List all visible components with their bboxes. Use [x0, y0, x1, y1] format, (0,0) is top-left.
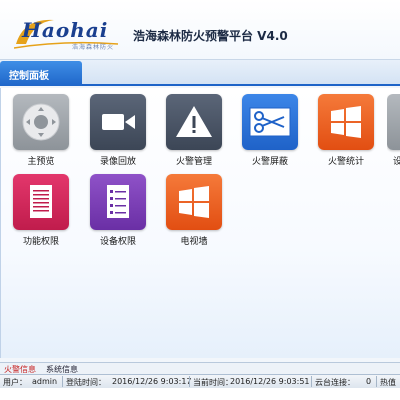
- tile-label: 功能权限: [22, 237, 59, 247]
- current-time-value: 2016/12/26 9:03:51: [230, 377, 310, 386]
- current-time-label: 当前时间：: [193, 378, 233, 387]
- tile-label: 电视墙: [180, 237, 208, 247]
- tile-settings[interactable]: 设: [387, 94, 400, 166]
- status-divider: [189, 376, 190, 387]
- user-value: admin: [32, 377, 58, 386]
- tile-label: 主预览: [27, 157, 55, 167]
- scissors-icon: [242, 94, 298, 150]
- login-time-label: 登陆时间：: [66, 378, 106, 387]
- ptz-connection-value: 0: [366, 377, 372, 386]
- info-tabs: 火警信息 系统信息: [0, 362, 400, 374]
- windows-logo-icon: [166, 174, 222, 230]
- warning-triangle-icon: [166, 94, 222, 150]
- tile-label: 火警屏蔽: [251, 157, 288, 167]
- settings-icon: [387, 94, 400, 150]
- tile-label: 火警统计: [327, 157, 364, 167]
- tile-label: 录像回放: [99, 157, 136, 167]
- remote-control-icon: [13, 94, 69, 150]
- status-divider: [376, 376, 377, 387]
- tile-label: 设: [393, 157, 400, 166]
- user-label: 用户：: [3, 378, 27, 387]
- tab-control-panel[interactable]: 控制面板: [0, 61, 82, 86]
- tile-tv-wall[interactable]: 电视墙: [159, 174, 229, 247]
- header: Haohai 浩海森林防火 浩海森林防火预警平台 V4.0: [0, 0, 400, 60]
- video-camera-icon: [90, 94, 146, 150]
- status-divider: [62, 376, 63, 387]
- tile-video-playback[interactable]: 录像回放: [83, 94, 153, 167]
- window-bottom-edge: [0, 388, 400, 400]
- document-list-icon: [13, 174, 69, 230]
- tab-bar: 控制面板: [0, 60, 400, 86]
- status-divider: [311, 376, 312, 387]
- logo-text: Haohai: [22, 18, 109, 42]
- tile-main-preview[interactable]: 主预览: [6, 94, 76, 167]
- control-panel-grid: 主预览 录像回放 火警管理 火警屏蔽 火警统计 设 功能权限 设备权限 电视墙: [0, 88, 400, 358]
- status-bar: 用户： admin 登陆时间： 2016/12/26 9:03:17 当前时间：…: [0, 374, 400, 388]
- tile-fire-management[interactable]: 火警管理: [159, 94, 229, 167]
- tile-function-permissions[interactable]: 功能权限: [6, 174, 76, 247]
- tile-fire-statistics[interactable]: 火警统计: [311, 94, 381, 167]
- app-window: Haohai 浩海森林防火 浩海森林防火预警平台 V4.0 控制面板 主预览 录…: [0, 0, 400, 400]
- windows-logo-icon: [318, 94, 374, 150]
- login-time-value: 2016/12/26 9:03:17: [112, 377, 192, 386]
- thermal-label: 热值: [380, 378, 396, 387]
- tile-fire-shield[interactable]: 火警屏蔽: [235, 94, 305, 167]
- ptz-connection-label: 云台连接：: [315, 378, 355, 387]
- tile-label: 火警管理: [175, 157, 212, 167]
- tile-label: 设备权限: [99, 237, 136, 247]
- logo-subtext: 浩海森林防火: [71, 44, 114, 51]
- tile-device-permissions[interactable]: 设备权限: [83, 174, 153, 247]
- brand-logo: Haohai 浩海森林防火: [14, 14, 120, 52]
- checklist-icon: [90, 174, 146, 230]
- app-title: 浩海森林防火预警平台 V4.0: [133, 29, 288, 43]
